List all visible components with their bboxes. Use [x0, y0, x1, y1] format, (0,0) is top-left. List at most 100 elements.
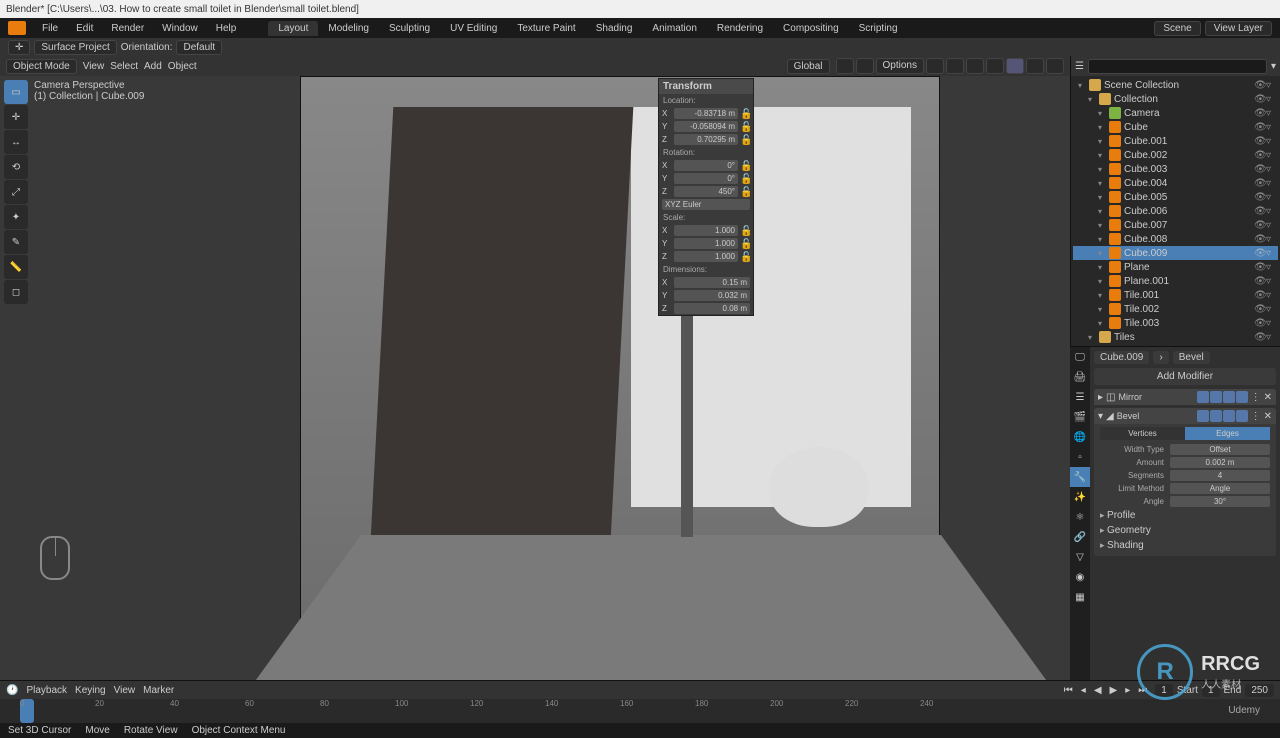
- tab-sculpting[interactable]: Sculpting: [379, 21, 440, 36]
- gizmo-toggle-icon[interactable]: [926, 58, 944, 74]
- restrict-icon[interactable]: ▿: [1266, 122, 1276, 132]
- outliner-item[interactable]: ▾Cube.004👁▿: [1073, 176, 1278, 190]
- mod-cage-icon[interactable]: [1236, 391, 1248, 403]
- ptab-physics-icon[interactable]: ⚛: [1070, 507, 1090, 527]
- tool-move[interactable]: ↔: [4, 130, 28, 154]
- restrict-icon[interactable]: ▿: [1266, 206, 1276, 216]
- lock-icon[interactable]: 🔓: [740, 252, 750, 262]
- tool-transform[interactable]: ✦: [4, 205, 28, 229]
- options-dropdown[interactable]: Options: [876, 58, 924, 74]
- outliner-item[interactable]: ▾Cube👁▿: [1073, 120, 1278, 134]
- outliner-item[interactable]: ▾Plane👁▿: [1073, 260, 1278, 274]
- scale-z[interactable]: 1.000: [674, 251, 738, 262]
- eye-icon[interactable]: 👁: [1254, 136, 1264, 146]
- lock-icon[interactable]: 🔓: [740, 174, 750, 184]
- section-geometry[interactable]: ▸ Geometry: [1100, 523, 1270, 538]
- outliner-item[interactable]: ▾Cube.006👁▿: [1073, 204, 1278, 218]
- eye-icon[interactable]: 👁: [1254, 80, 1264, 90]
- outliner-item[interactable]: ▾Camera👁▿: [1073, 106, 1278, 120]
- eye-icon[interactable]: 👁: [1254, 304, 1264, 314]
- section-profile[interactable]: ▸ Profile: [1100, 508, 1270, 523]
- modifier-name[interactable]: Bevel: [1117, 411, 1194, 421]
- restrict-icon[interactable]: ▿: [1266, 332, 1276, 342]
- tool-select-box[interactable]: ▭: [4, 80, 28, 104]
- restrict-icon[interactable]: ▿: [1266, 136, 1276, 146]
- menu-file[interactable]: File: [34, 21, 66, 36]
- restrict-icon[interactable]: ▿: [1266, 262, 1276, 272]
- modifier-name[interactable]: Mirror: [1118, 392, 1193, 402]
- cursor-tool-icon[interactable]: ✛: [8, 40, 30, 55]
- eye-icon[interactable]: 👁: [1254, 94, 1264, 104]
- section-shading[interactable]: ▸ Shading: [1100, 538, 1270, 553]
- restrict-icon[interactable]: ▿: [1266, 276, 1276, 286]
- mod-edit-icon[interactable]: [1223, 391, 1235, 403]
- tab-compositing[interactable]: Compositing: [773, 21, 849, 36]
- eye-icon[interactable]: 👁: [1254, 150, 1264, 160]
- loc-x[interactable]: -0.83718 m: [674, 108, 738, 119]
- outliner-item[interactable]: ▾Cube.003👁▿: [1073, 162, 1278, 176]
- ptab-object-icon[interactable]: ▫: [1070, 447, 1090, 467]
- rot-y[interactable]: 0°: [674, 173, 738, 184]
- xray-icon[interactable]: [966, 58, 984, 74]
- chevron-right-icon[interactable]: ▸: [1098, 392, 1103, 403]
- mode-dropdown[interactable]: Object Mode: [6, 59, 77, 74]
- tool-scale[interactable]: ⤢: [4, 180, 28, 204]
- filter-icon[interactable]: ▾: [1271, 61, 1276, 72]
- restrict-icon[interactable]: ▿: [1266, 192, 1276, 202]
- outliner-search-input[interactable]: [1088, 59, 1267, 74]
- outliner-item[interactable]: ▾Scene Collection👁▿: [1073, 78, 1278, 92]
- mod-close-icon[interactable]: ✕: [1264, 392, 1272, 403]
- eye-icon[interactable]: 👁: [1254, 318, 1264, 328]
- shading-matprev-icon[interactable]: [1026, 58, 1044, 74]
- eye-icon[interactable]: 👁: [1254, 192, 1264, 202]
- ptab-render-icon[interactable]: 🖵: [1070, 347, 1090, 367]
- tool-annotate[interactable]: ✎: [4, 230, 28, 254]
- lock-icon[interactable]: 🔓: [740, 109, 750, 119]
- lock-icon[interactable]: 🔓: [740, 122, 750, 132]
- ptab-material-icon[interactable]: ◉: [1070, 567, 1090, 587]
- snap-icon[interactable]: [836, 58, 854, 74]
- eye-icon[interactable]: 👁: [1254, 262, 1264, 272]
- outliner-item[interactable]: ▾Tiles👁▿: [1073, 330, 1278, 344]
- playback-next-icon[interactable]: ▸: [1125, 685, 1130, 696]
- ptab-particles-icon[interactable]: ✨: [1070, 487, 1090, 507]
- mod-cage-icon[interactable]: [1236, 410, 1248, 422]
- vp-menu-view[interactable]: View: [83, 61, 105, 72]
- tab-shading[interactable]: Shading: [586, 21, 643, 36]
- eye-icon[interactable]: 👁: [1254, 122, 1264, 132]
- tl-menu-marker[interactable]: Marker: [143, 685, 174, 696]
- eye-icon[interactable]: 👁: [1254, 164, 1264, 174]
- outliner-item[interactable]: ▾Tile.003👁▿: [1073, 316, 1278, 330]
- restrict-icon[interactable]: ▿: [1266, 234, 1276, 244]
- lock-icon[interactable]: 🔓: [740, 239, 750, 249]
- tool-rotate[interactable]: ⟲: [4, 155, 28, 179]
- tl-menu-playback[interactable]: Playback: [26, 685, 67, 696]
- dim-x[interactable]: 0.15 m: [674, 277, 750, 288]
- shading-wireframe-icon[interactable]: [986, 58, 1004, 74]
- crumb-modifier[interactable]: Bevel: [1173, 351, 1210, 364]
- bevel-tab-edges[interactable]: Edges: [1185, 427, 1270, 440]
- restrict-icon[interactable]: ▿: [1266, 108, 1276, 118]
- scene-field[interactable]: Scene: [1154, 21, 1200, 36]
- restrict-icon[interactable]: ▿: [1266, 80, 1276, 90]
- playback-start-icon[interactable]: ⏮: [1064, 685, 1073, 696]
- menu-window[interactable]: Window: [154, 21, 206, 36]
- tl-menu-view[interactable]: View: [114, 685, 136, 696]
- tool-measure[interactable]: 📏: [4, 255, 28, 279]
- surface-project-toggle[interactable]: Surface Project: [34, 40, 116, 55]
- mod-display-icon[interactable]: [1197, 410, 1209, 422]
- orientation-global[interactable]: Global: [787, 59, 830, 74]
- playback-prev-icon[interactable]: ◂: [1081, 685, 1086, 696]
- tab-rendering[interactable]: Rendering: [707, 21, 773, 36]
- timeline-icon[interactable]: 🕐: [6, 685, 18, 696]
- tab-layout[interactable]: Layout: [268, 21, 318, 36]
- restrict-icon[interactable]: ▿: [1266, 248, 1276, 258]
- eye-icon[interactable]: 👁: [1254, 276, 1264, 286]
- dim-y[interactable]: 0.032 m: [674, 290, 750, 301]
- mod-render-icon[interactable]: [1210, 391, 1222, 403]
- rot-mode[interactable]: XYZ Euler: [662, 199, 750, 210]
- npanel-transform-header[interactable]: Transform: [659, 79, 753, 94]
- eye-icon[interactable]: 👁: [1254, 178, 1264, 188]
- outliner-item[interactable]: ▾Plane.001👁▿: [1073, 274, 1278, 288]
- mod-close-icon[interactable]: ✕: [1264, 411, 1272, 422]
